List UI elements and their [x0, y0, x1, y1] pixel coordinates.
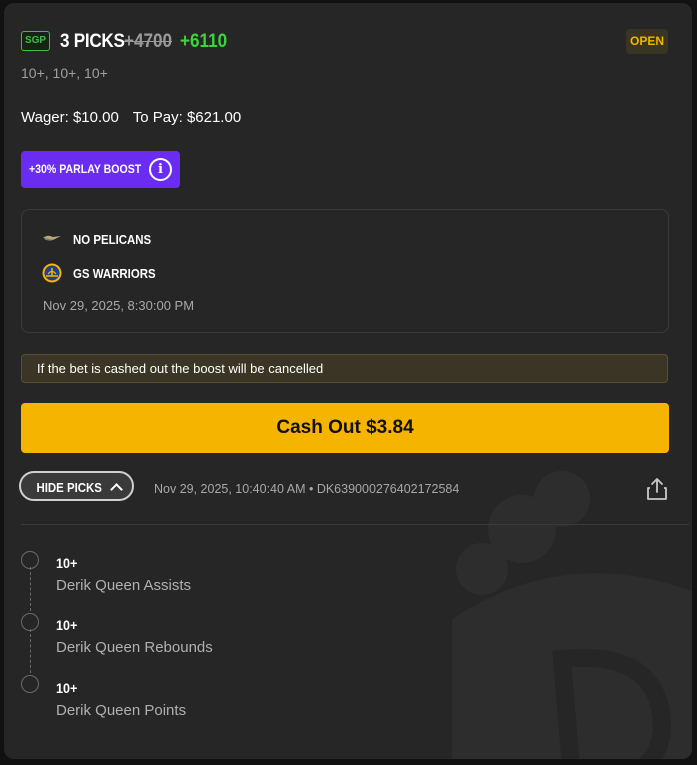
game-datetime: Nov 29, 2025, 8:30:00 PM: [43, 298, 195, 313]
team-row-warriors: GS WARRIORS: [42, 263, 167, 283]
pick-description: Derik Queen Points: [56, 702, 187, 719]
pick-value: 10+: [56, 680, 78, 696]
divider: [21, 524, 689, 525]
game-info-box: NO PELICANS GS WARRIORS Nov 29, 2025, 8:…: [21, 209, 669, 333]
wager-line: Wager: $10.00 To Pay: $621.00: [21, 109, 251, 126]
boost-cancel-notice: If the bet is cashed out the boost will …: [21, 354, 668, 383]
team-name: NO PELICANS: [73, 231, 152, 247]
original-odds: +4700: [124, 31, 173, 52]
notice-text: If the bet is cashed out the boost will …: [37, 361, 324, 376]
timeline-connector: [30, 567, 31, 611]
picks-list: 10+ Derik Queen Assists 10+ Derik Queen …: [21, 549, 321, 729]
payout-amount: To Pay: $621.00: [132, 109, 242, 126]
cash-out-button[interactable]: Cash Out $3.84: [21, 403, 669, 453]
pick-description: Derik Queen Rebounds: [56, 639, 213, 656]
hide-picks-label: HIDE PICKS: [36, 480, 102, 495]
watermark-logo-icon: [452, 471, 692, 759]
boost-label: +30% PARLAY BOOST: [29, 162, 142, 176]
status-badge: OPEN: [626, 29, 668, 54]
pick-value: 10+: [56, 555, 78, 571]
bet-card: SGP 3 PICKS +4700 +6110 OPEN 10+, 10+, 1…: [4, 3, 692, 759]
team-name: GS WARRIORS: [73, 265, 156, 281]
pick-status-circle: [21, 551, 39, 569]
picks-count: 3 PICKS: [60, 31, 125, 52]
sgp-badge: SGP: [21, 31, 50, 51]
pick-status-circle: [21, 613, 39, 631]
pick-value: 10+: [56, 617, 78, 633]
legs-summary: 10+, 10+, 10+: [21, 65, 108, 81]
info-icon[interactable]: i: [149, 158, 172, 181]
parlay-boost-badge: +30% PARLAY BOOST i: [21, 151, 180, 188]
bet-placed-meta: Nov 29, 2025, 10:40:40 AM • DK6390002764…: [154, 482, 460, 496]
timeline-connector: [30, 629, 31, 673]
hide-picks-button[interactable]: HIDE PICKS: [19, 471, 134, 501]
wager-amount: Wager: $10.00: [21, 109, 119, 126]
team-row-pelicans: NO PELICANS: [42, 229, 162, 249]
pelicans-logo-icon: [43, 235, 61, 241]
warriors-logo-icon: [42, 263, 62, 283]
boosted-odds: +6110: [180, 31, 228, 52]
chevron-up-icon: [110, 483, 124, 496]
share-icon[interactable]: [646, 477, 668, 501]
pick-description: Derik Queen Assists: [56, 577, 192, 594]
pick-status-circle: [21, 675, 39, 693]
